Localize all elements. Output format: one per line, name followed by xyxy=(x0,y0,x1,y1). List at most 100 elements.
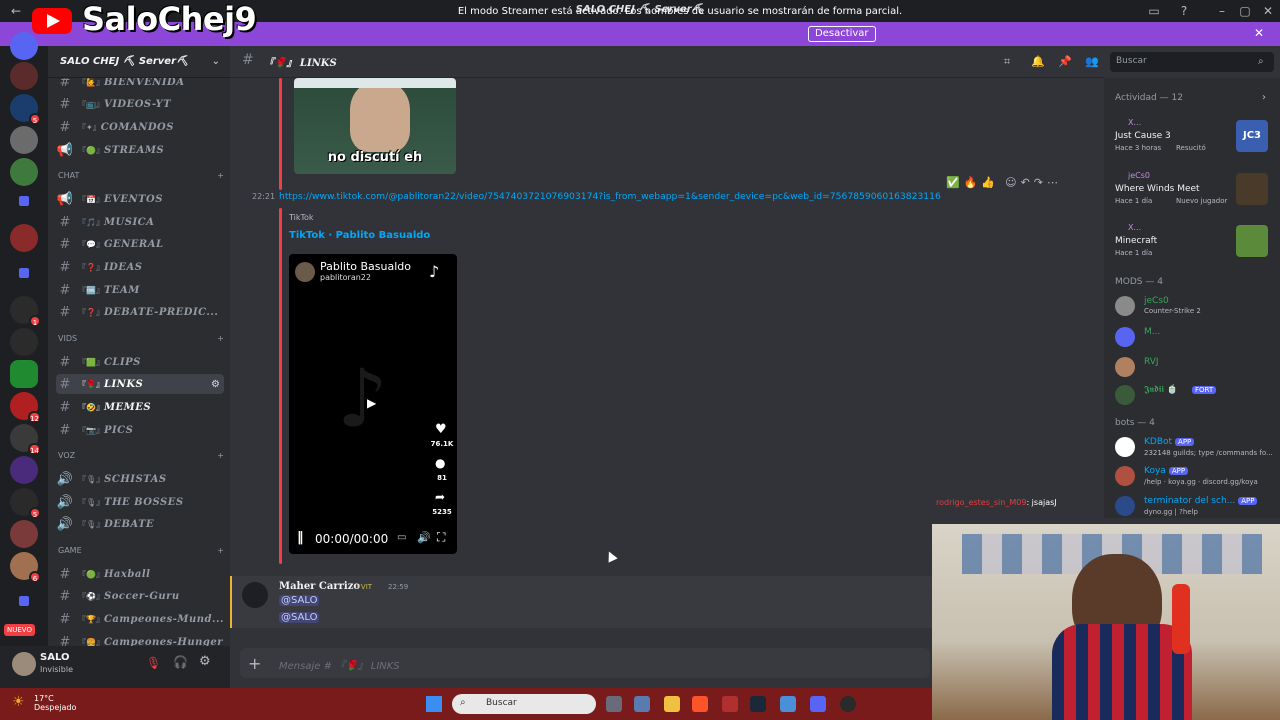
channel-videos-yt[interactable]: # 『📺』 VIDEOS-YT xyxy=(56,94,224,114)
threads-icon[interactable]: ⌗ xyxy=(1004,55,1010,69)
embed-title[interactable]: TikTok · Pablito Basualdo xyxy=(289,230,430,241)
channel-soccer-guru[interactable]: # 『⚽』 Soccer-Guru xyxy=(56,586,224,606)
server-icon[interactable]: 5 xyxy=(10,94,41,125)
forward-icon[interactable]: ↷ xyxy=(1034,176,1043,189)
channel-haxball[interactable]: # 『🟢』 Haxball xyxy=(56,564,224,584)
reaction-bar[interactable]: ✅ 🔥 👍 ☺ ↶ ↷ ⋯ xyxy=(946,176,1058,189)
pin-icon[interactable]: 📌 xyxy=(1058,55,1072,68)
channel-streams[interactable]: 📢 『🟢』 STREAMS xyxy=(56,140,224,160)
server-icon[interactable] xyxy=(10,62,38,90)
store-icon[interactable] xyxy=(634,696,650,712)
avatar[interactable] xyxy=(1115,385,1135,405)
volume-icon[interactable]: 🔊 xyxy=(417,531,431,544)
folder-icon[interactable] xyxy=(19,268,29,278)
file-explorer-icon[interactable] xyxy=(664,696,680,712)
avatar[interactable] xyxy=(1115,496,1135,516)
channel-musica[interactable]: # 『🎵』 MUSICA xyxy=(56,212,224,232)
gear-icon[interactable]: ⚙ xyxy=(199,654,211,669)
mic-muted-icon[interactable]: 🎙 xyxy=(146,656,161,670)
play-icon[interactable]: ▶ xyxy=(367,396,376,410)
chevron-right-icon[interactable]: › xyxy=(1262,92,1266,103)
game-cover[interactable] xyxy=(1236,225,1268,257)
heart-icon[interactable]: ♥ xyxy=(435,422,447,437)
brave-icon[interactable] xyxy=(692,696,708,712)
weather-widget[interactable]: 17°C Despejado xyxy=(34,694,76,712)
channel-campeones-mund-[interactable]: # 『🏆』 Campeones-Mund... xyxy=(56,609,224,629)
plus-icon[interactable]: + xyxy=(217,451,224,460)
server-header[interactable]: SALO CHEJ ⛏ Server⛏ ⌄ xyxy=(48,46,230,78)
channel-ideas[interactable]: # 『❓』 IDEAS xyxy=(56,257,224,277)
channel-debate-predic-[interactable]: # 『❓』 DEBATE-PREDIC... xyxy=(56,302,224,322)
bot-name[interactable]: terminator del sch... APP xyxy=(1144,496,1258,506)
member-name[interactable]: RVJ xyxy=(1144,357,1159,367)
category-voz[interactable]: VOZ + xyxy=(58,451,224,460)
member-name[interactable]: jeCs0 xyxy=(1144,296,1169,306)
folder-icon[interactable] xyxy=(19,196,29,206)
bell-icon[interactable]: 🔔 xyxy=(1031,55,1045,68)
channel-the-bosses[interactable]: 🔊 『🎙』 THE BOSSES xyxy=(56,492,224,512)
member-name[interactable]: M... xyxy=(1144,327,1160,337)
steam-icon[interactable] xyxy=(750,696,766,712)
app-icon[interactable] xyxy=(722,696,738,712)
reply-icon[interactable]: ↶ xyxy=(1021,176,1030,189)
server-icon[interactable]: 14 xyxy=(10,424,41,455)
windows-start-icon[interactable] xyxy=(426,696,442,712)
kick-icon[interactable] xyxy=(10,360,38,388)
maximize-button[interactable]: ▢ xyxy=(1237,4,1253,18)
game-cover[interactable] xyxy=(1236,173,1268,205)
channel-comandos[interactable]: # 『✦』 COMANDOS xyxy=(56,117,224,137)
add-attachment-icon[interactable]: + xyxy=(248,654,261,673)
check-reaction[interactable]: ✅ xyxy=(946,176,960,189)
avatar[interactable] xyxy=(1115,327,1135,347)
avatar[interactable] xyxy=(1115,437,1135,457)
channel-schistas[interactable]: 🔊 『🎙』 SCHISTAS xyxy=(56,469,224,489)
weather-icon[interactable]: ☀ xyxy=(12,694,25,710)
minimize-button[interactable]: – xyxy=(1214,4,1230,18)
channel-team[interactable]: # 『🆒』 TEAM xyxy=(56,280,224,300)
game-cover[interactable]: JC3 xyxy=(1236,120,1268,152)
channel-clips[interactable]: # 『🟩』 CLIPS xyxy=(56,352,224,372)
category-chat[interactable]: CHAT + xyxy=(58,171,224,180)
search-icon[interactable]: ⌕ xyxy=(1258,56,1264,67)
avatar[interactable] xyxy=(12,652,36,676)
server-icon[interactable]: 5 xyxy=(10,488,41,519)
plus-icon[interactable]: + xyxy=(217,171,224,180)
captions-icon[interactable]: ▭ xyxy=(397,532,406,543)
avatar[interactable] xyxy=(242,582,268,608)
channel-general[interactable]: # 『💬』 GENERAL xyxy=(56,234,224,254)
add-reaction-icon[interactable]: ☺ xyxy=(1005,176,1016,189)
server-icon[interactable]: 12 xyxy=(10,392,41,423)
more-icon[interactable]: ⋯ xyxy=(1047,176,1058,189)
discord-home-icon[interactable] xyxy=(10,32,38,60)
member-name[interactable]: 𝕵𝖓𝖉𝖎𝖎 🍵 xyxy=(1144,385,1178,395)
headphones-icon[interactable]: 🎧 xyxy=(173,655,188,669)
search-input[interactable]: Buscar xyxy=(1110,52,1274,72)
plus-icon[interactable]: + xyxy=(217,334,224,343)
share-icon[interactable]: ➦ xyxy=(435,490,445,504)
channel-links[interactable]: # 『🌹』 LINKS ⚙ xyxy=(56,374,224,394)
bot-name[interactable]: KDBot APP xyxy=(1144,437,1195,447)
avatar[interactable] xyxy=(1115,466,1135,486)
server-icon[interactable] xyxy=(10,520,38,548)
fullscreen-icon[interactable]: ⛶ xyxy=(437,530,445,545)
category-game[interactable]: GAME + xyxy=(58,546,224,555)
server-icon[interactable]: 1 xyxy=(10,296,41,327)
close-button[interactable]: ✕ xyxy=(1260,4,1276,18)
user-mention[interactable]: @SALO xyxy=(279,612,320,623)
task-view-icon[interactable] xyxy=(606,696,622,712)
channel-debate[interactable]: 🔊 『🎙』 DEBATE xyxy=(56,514,224,534)
fire-reaction[interactable]: 🔥 xyxy=(964,176,978,189)
avatar[interactable] xyxy=(1115,357,1135,377)
discord-icon[interactable] xyxy=(810,696,826,712)
message-author[interactable]: Maher Carrizo xyxy=(279,581,360,592)
comment-icon[interactable]: ● xyxy=(435,456,445,470)
obs-icon[interactable] xyxy=(840,696,856,712)
server-icon[interactable]: 6 xyxy=(10,552,41,583)
user-mention[interactable]: @SALO xyxy=(279,595,320,606)
channel-pics[interactable]: # 『📷』 PICS xyxy=(56,420,224,440)
server-icon[interactable] xyxy=(10,158,38,186)
channel-eventos[interactable]: 📢 『📅』 EVENTOS xyxy=(56,189,224,209)
pause-icon[interactable]: ‖ xyxy=(297,530,304,545)
gear-icon[interactable]: ⚙ xyxy=(211,379,220,390)
server-icon[interactable] xyxy=(10,456,38,484)
